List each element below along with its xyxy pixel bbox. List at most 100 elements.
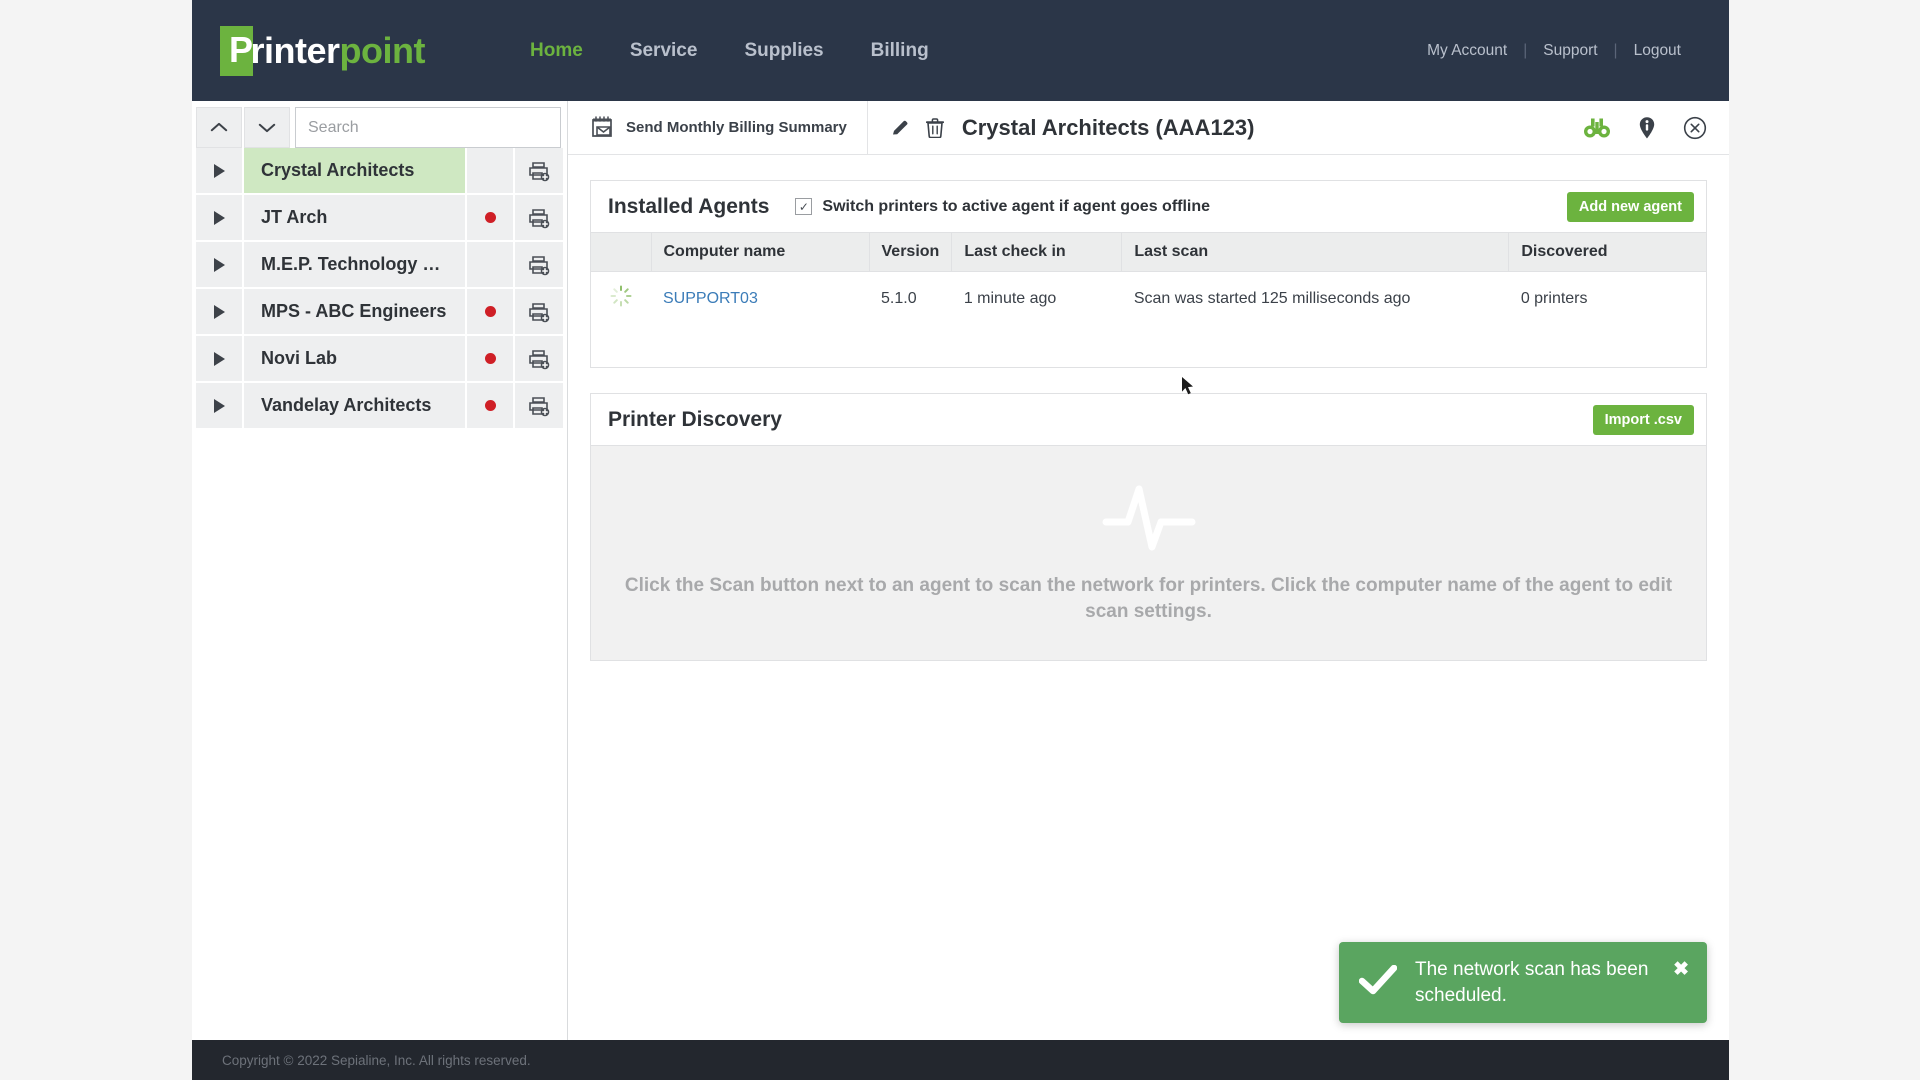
chevron-up-icon xyxy=(210,122,228,132)
add-printer-button[interactable] xyxy=(515,242,563,287)
top-navigation-bar: Printer point Home Service Supplies Billi… xyxy=(192,0,1729,101)
list-item[interactable]: JT Arch xyxy=(196,195,563,240)
list-item[interactable]: MPS - ABC Engineers xyxy=(196,289,563,334)
table-row-spacer xyxy=(591,325,1706,367)
column-header-computer-name: Computer name xyxy=(651,232,870,272)
customer-name[interactable]: Crystal Architects xyxy=(244,148,465,193)
alert-dot-icon xyxy=(484,353,496,364)
logo-text-white: rinter xyxy=(250,29,341,71)
customer-status-cell xyxy=(467,289,513,334)
column-header-discovered: Discovered xyxy=(1508,232,1706,272)
customer-name[interactable]: M.E.P. Technology … xyxy=(244,242,465,287)
search-input[interactable] xyxy=(295,107,561,148)
printerpoint-logo[interactable]: Printer point xyxy=(220,25,426,76)
expand-arrow-button[interactable] xyxy=(196,383,242,428)
customer-status-cell xyxy=(467,242,513,287)
customer-sidebar: Crystal Architects xyxy=(192,101,568,1040)
trash-icon[interactable] xyxy=(925,117,944,138)
pencil-icon[interactable] xyxy=(890,118,910,138)
table-row[interactable]: SUPPORT03 5.1.0 1 minute ago Scan was st… xyxy=(591,272,1706,326)
installed-agents-table: Computer name Version Last check in Last… xyxy=(591,232,1706,367)
context-action-icons xyxy=(890,117,944,138)
page-root: Printer point Home Service Supplies Billi… xyxy=(0,0,1920,1080)
installed-agents-title: Installed Agents xyxy=(608,194,770,218)
expand-arrow-button[interactable] xyxy=(196,195,242,240)
expand-arrow-button[interactable] xyxy=(196,336,242,381)
add-printer-button[interactable] xyxy=(515,195,563,240)
expand-all-button[interactable] xyxy=(244,107,290,148)
alert-dot-icon xyxy=(484,212,496,223)
nav-item-logout[interactable]: Logout xyxy=(1618,42,1697,60)
computer-name-link[interactable]: SUPPORT03 xyxy=(663,290,758,307)
billing-button-label: Send Monthly Billing Summary xyxy=(626,119,847,136)
calendar-mail-icon xyxy=(592,115,612,137)
installed-agents-panel: Installed Agents ✓ Switch printers to ac… xyxy=(590,180,1707,368)
table-header-row: Computer name Version Last check in Last… xyxy=(591,232,1706,272)
list-item[interactable]: M.E.P. Technology … xyxy=(196,242,563,287)
copyright-text: Copyright © 2022 Sepialine, Inc. All rig… xyxy=(222,1052,531,1068)
switch-printers-checkbox[interactable]: ✓ xyxy=(795,198,813,215)
nav-item-billing[interactable]: Billing xyxy=(871,40,929,62)
list-item[interactable]: Vandelay Architects xyxy=(196,383,563,428)
customer-list: Crystal Architects JT Arch M.E.P. Techno… xyxy=(192,148,567,428)
mouse-cursor xyxy=(1182,377,1193,395)
triangle-right-icon xyxy=(213,398,225,413)
printer-discovery-title: Printer Discovery xyxy=(608,407,782,431)
agent-last-check-in: 1 minute ago xyxy=(963,289,1057,307)
add-printer-button[interactable] xyxy=(515,148,563,193)
table-body: SUPPORT03 5.1.0 1 minute ago Scan was st… xyxy=(591,272,1706,368)
nav-item-my-account[interactable]: My Account xyxy=(1411,42,1523,60)
printer-discovery-empty-state: Click the Scan button next to an agent t… xyxy=(591,445,1706,660)
nav-item-support[interactable]: Support xyxy=(1527,42,1613,60)
customer-name[interactable]: Novi Lab xyxy=(244,336,465,381)
send-monthly-billing-summary-button[interactable]: Send Monthly Billing Summary xyxy=(568,100,868,155)
expand-arrow-button[interactable] xyxy=(196,289,242,334)
agent-computer-name: SUPPORT03 xyxy=(651,272,869,326)
page-title: Crystal Architects (AAA123) xyxy=(961,114,1255,140)
spinner-icon xyxy=(610,285,632,307)
logo-badge-letter: P xyxy=(220,25,253,76)
agent-version: 5.1.0 xyxy=(881,289,917,307)
installed-agents-header: Installed Agents ✓ Switch printers to ac… xyxy=(591,181,1706,232)
list-item[interactable]: Crystal Architects xyxy=(196,148,563,193)
triangle-right-icon xyxy=(213,257,225,272)
collapse-all-button[interactable] xyxy=(196,107,242,148)
info-pin-icon[interactable] xyxy=(1638,116,1656,140)
column-header-version: Version xyxy=(869,232,953,272)
triangle-right-icon xyxy=(213,351,225,366)
nav-item-supplies[interactable]: Supplies xyxy=(744,40,823,62)
column-header-status xyxy=(591,232,652,272)
main-content: Send Monthly Billing Summary Crystal Arc… xyxy=(568,100,1729,1040)
nav-item-service[interactable]: Service xyxy=(630,40,698,62)
expand-arrow-button[interactable] xyxy=(196,148,242,193)
toast-notification: The network scan has been scheduled. ✖ xyxy=(1339,942,1707,1023)
customer-name[interactable]: JT Arch xyxy=(244,195,465,240)
context-right-icons xyxy=(1583,116,1707,140)
expand-arrow-button[interactable] xyxy=(196,242,242,287)
add-printer-icon xyxy=(529,255,550,275)
agent-last-scan: Scan was started 125 milliseconds ago xyxy=(1133,289,1411,307)
close-circle-icon[interactable] xyxy=(1683,116,1707,140)
customer-status-cell xyxy=(467,195,513,240)
nav-item-home[interactable]: Home xyxy=(530,40,583,62)
binoculars-icon[interactable] xyxy=(1583,116,1611,140)
printer-discovery-empty-text: Click the Scan button next to an agent t… xyxy=(624,575,1673,622)
add-printer-icon xyxy=(529,349,550,369)
sidebar-toolbar xyxy=(192,101,567,148)
customer-name[interactable]: MPS - ABC Engineers xyxy=(244,289,465,334)
add-printer-button[interactable] xyxy=(515,336,563,381)
customer-name[interactable]: Vandelay Architects xyxy=(244,383,465,428)
close-icon[interactable]: ✖ xyxy=(1673,958,1689,981)
add-printer-button[interactable] xyxy=(515,383,563,428)
main-nav: Home Service Supplies Billing xyxy=(530,40,929,62)
printer-discovery-panel: Printer Discovery Import .csv Click the … xyxy=(590,393,1707,661)
switch-printers-option[interactable]: ✓ Switch printers to active agent if age… xyxy=(795,198,1210,216)
printer-discovery-header: Printer Discovery Import .csv xyxy=(591,394,1706,445)
customer-status-cell xyxy=(467,336,513,381)
customer-status-cell xyxy=(467,383,513,428)
add-printer-icon xyxy=(529,302,550,322)
list-item[interactable]: Novi Lab xyxy=(196,336,563,381)
add-new-agent-button[interactable]: Add new agent xyxy=(1566,191,1694,222)
add-printer-button[interactable] xyxy=(515,289,563,334)
import-csv-button[interactable]: Import .csv xyxy=(1592,404,1694,435)
